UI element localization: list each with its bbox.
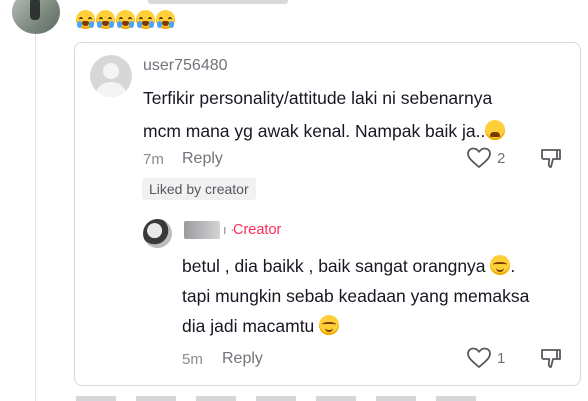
- thread-line: [35, 34, 36, 401]
- relieved-face-icon: [490, 255, 511, 275]
- reply-like-button[interactable]: 1: [467, 347, 505, 369]
- comment-text-line1: Terfikir personality/attitude laki ni se…: [143, 88, 493, 108]
- reply-line1-wrap: betul , dia baikk , baik sangat orangnya…: [182, 255, 516, 276]
- creator-label: Creator: [233, 222, 282, 238]
- parent-comment-emojis: [76, 10, 175, 29]
- comment-dislike-button[interactable]: [540, 147, 562, 174]
- reply-line3: dia jadi macamtu: [182, 316, 315, 336]
- reply-line1: betul , dia baikk , baik sangat orangnya: [182, 256, 486, 276]
- loudly-crying-face-icon: [76, 10, 95, 29]
- reply-dislike-button[interactable]: [540, 347, 562, 374]
- reply-timestamp: 5m: [182, 351, 203, 368]
- comment-timestamp: 7m: [143, 151, 164, 168]
- parent-commenter-avatar[interactable]: [12, 0, 60, 34]
- heart-outline-icon: [467, 347, 491, 368]
- comment-like-count: 2: [497, 149, 506, 167]
- parent-header-blurred: [148, 0, 288, 4]
- comment-reply-button[interactable]: Reply: [182, 150, 223, 168]
- creator-username-blurred[interactable]: [184, 221, 220, 239]
- reply-reply-button[interactable]: Reply: [222, 350, 263, 368]
- loudly-crying-face-icon: [116, 10, 135, 29]
- loudly-crying-face-icon: [156, 10, 175, 29]
- reply-text: betul , dia baikk , baik sangat orangnya…: [182, 251, 572, 341]
- next-comment-blurred: [76, 396, 496, 401]
- thumbs-down-icon: [541, 349, 561, 368]
- loudly-crying-face-icon: [136, 10, 155, 29]
- liked-by-creator-badge: Liked by creator: [142, 178, 256, 200]
- commenter-avatar[interactable]: [90, 55, 132, 97]
- creator-avatar[interactable]: [143, 219, 172, 248]
- weary-face-icon: [485, 120, 506, 140]
- thumbs-down-icon: [541, 149, 561, 168]
- heart-outline-icon: [467, 147, 491, 168]
- reply-like-count: 1: [497, 349, 506, 367]
- reply-line2: tapi mungkin sebab keadaan yang memaksa: [182, 286, 530, 306]
- commenter-username[interactable]: user756480: [143, 57, 228, 75]
- reply-line3-wrap: dia jadi macamtu: [182, 311, 572, 341]
- comment-text-line2-wrap: mcm mana yg awak kenal. Nampak baik ja..: [143, 115, 563, 148]
- comment-like-button[interactable]: 2: [467, 147, 505, 169]
- comment-text-line2: mcm mana yg awak kenal. Nampak baik ja..: [143, 121, 486, 141]
- comment-text: Terfikir personality/attitude laki ni se…: [143, 82, 563, 148]
- relieved-face-icon: [319, 315, 340, 335]
- loudly-crying-face-icon: [96, 10, 115, 29]
